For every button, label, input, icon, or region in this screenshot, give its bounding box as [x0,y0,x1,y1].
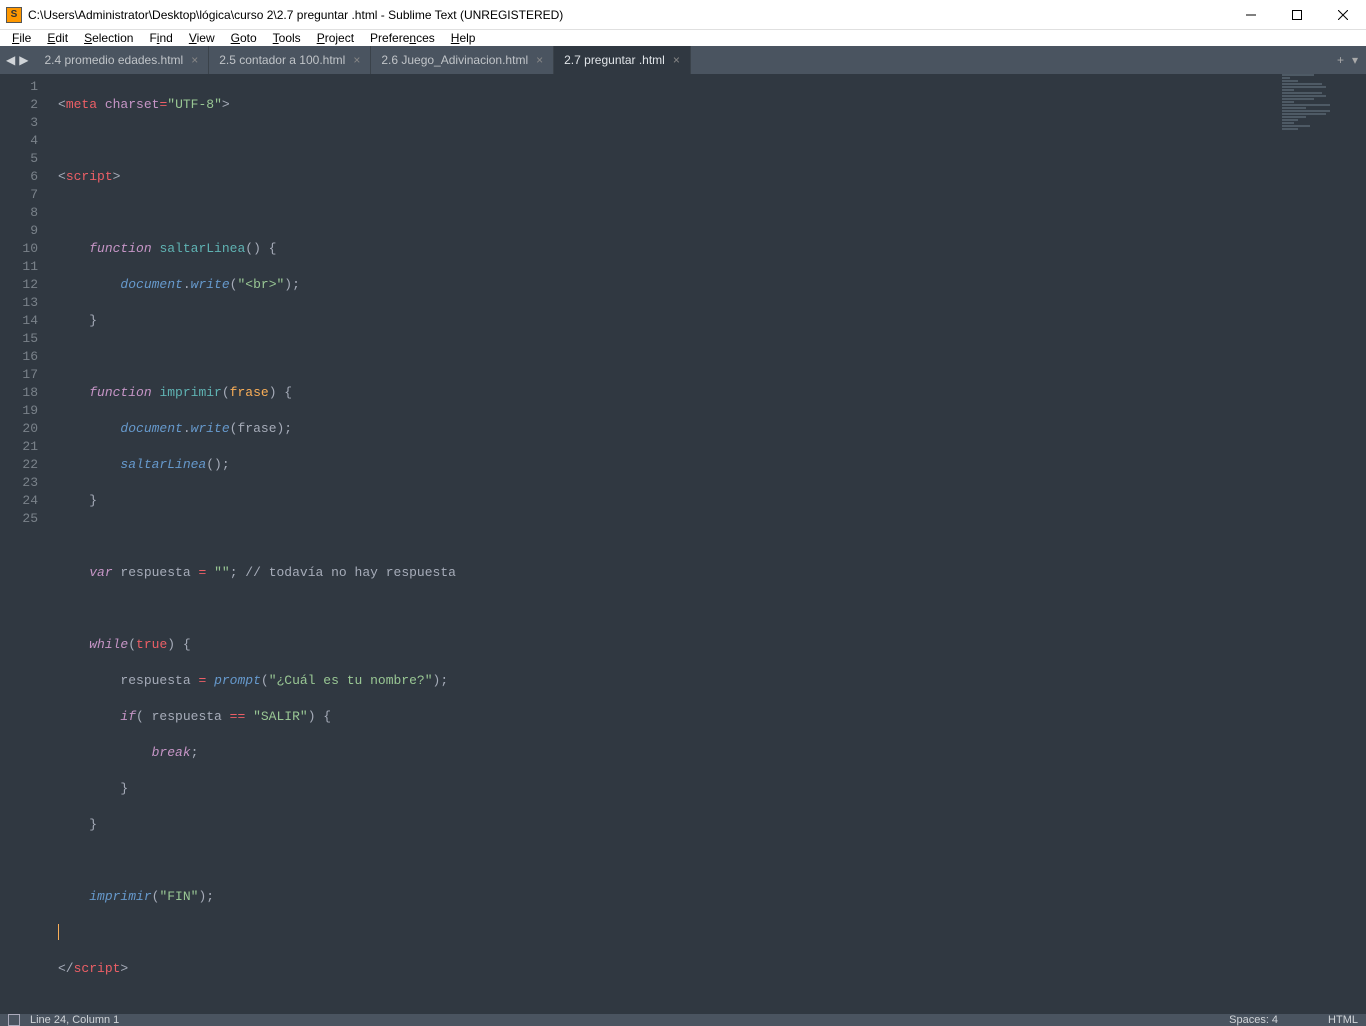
status-position[interactable]: Line 24, Column 1 [30,1014,119,1026]
menu-edit[interactable]: Edit [41,30,74,46]
tab-0[interactable]: 2.4 promedio edades.html × [34,46,209,74]
app-icon: S [6,7,22,23]
maximize-button[interactable] [1274,0,1320,30]
line-gutter: 1234567891011121314151617181920212223242… [0,74,50,1014]
editor[interactable]: 1234567891011121314151617181920212223242… [0,74,1366,1014]
tab-close-icon[interactable]: × [191,53,198,67]
window-titlebar: S C:\Users\Administrator\Desktop\lógica\… [0,0,1366,30]
menu-find[interactable]: Find [143,30,178,46]
status-syntax[interactable]: HTML [1328,1014,1358,1026]
menu-project[interactable]: Project [311,30,360,46]
nav-forward-icon[interactable]: ▶ [19,53,28,67]
tab-close-icon[interactable]: × [673,53,680,67]
line-number: 4 [2,132,38,150]
menu-preferences[interactable]: Preferences [364,30,441,46]
line-number: 6 [2,168,38,186]
tab-label: 2.5 contador a 100.html [219,53,345,67]
line-number: 13 [2,294,38,312]
minimize-icon [1246,10,1256,20]
code-area[interactable]: <meta charset="UTF-8"> <script> function… [50,74,1366,1014]
caret [58,924,59,940]
line-number: 18 [2,384,38,402]
line-number: 8 [2,204,38,222]
tab-label: 2.6 Juego_Adivinacion.html [381,53,528,67]
line-number: 23 [2,474,38,492]
menu-tools[interactable]: Tools [267,30,307,46]
tab-nav: ◀ ▶ [0,46,34,74]
sidebar-toggle-icon[interactable] [8,1014,20,1026]
line-number: 24 [2,492,38,510]
status-indent[interactable]: Spaces: 4 [1229,1014,1278,1026]
tab-3[interactable]: 2.7 preguntar .html × [554,46,691,74]
tab-close-icon[interactable]: × [353,53,360,67]
status-bar: Line 24, Column 1 Spaces: 4 HTML [0,1014,1366,1026]
menu-help[interactable]: Help [445,30,482,46]
line-number: 2 [2,96,38,114]
line-number: 21 [2,438,38,456]
line-number: 14 [2,312,38,330]
line-number: 10 [2,240,38,258]
menu-bar: File Edit Selection Find View Goto Tools… [0,30,1366,46]
window-title: C:\Users\Administrator\Desktop\lógica\cu… [28,8,1228,22]
nav-back-icon[interactable]: ◀ [6,53,15,67]
maximize-icon [1292,10,1302,20]
line-number: 19 [2,402,38,420]
line-number: 9 [2,222,38,240]
tab-close-icon[interactable]: × [536,53,543,67]
tab-bar: ◀ ▶ 2.4 promedio edades.html × 2.5 conta… [0,46,1366,74]
line-number: 25 [2,510,38,528]
menu-goto[interactable]: Goto [225,30,263,46]
line-number: 16 [2,348,38,366]
menu-selection[interactable]: Selection [78,30,139,46]
menu-view[interactable]: View [183,30,221,46]
line-number: 5 [2,150,38,168]
line-number: 20 [2,420,38,438]
close-icon [1338,10,1348,20]
workspace: ◀ ▶ 2.4 promedio edades.html × 2.5 conta… [0,46,1366,1014]
line-number: 17 [2,366,38,384]
tab-1[interactable]: 2.5 contador a 100.html × [209,46,371,74]
line-number: 7 [2,186,38,204]
line-number: 3 [2,114,38,132]
window-controls [1228,0,1366,30]
line-number: 22 [2,456,38,474]
new-tab-button[interactable]: + [1337,53,1344,67]
tab-label: 2.7 preguntar .html [564,53,665,67]
close-button[interactable] [1320,0,1366,30]
minimize-button[interactable] [1228,0,1274,30]
line-number: 11 [2,258,38,276]
tab-actions: + ▾ [1329,46,1366,74]
tab-label: 2.4 promedio edades.html [44,53,183,67]
line-number: 15 [2,330,38,348]
tab-2[interactable]: 2.6 Juego_Adivinacion.html × [371,46,554,74]
tab-menu-button[interactable]: ▾ [1352,53,1358,67]
menu-file[interactable]: File [6,30,37,46]
line-number: 12 [2,276,38,294]
line-number: 1 [2,78,38,96]
